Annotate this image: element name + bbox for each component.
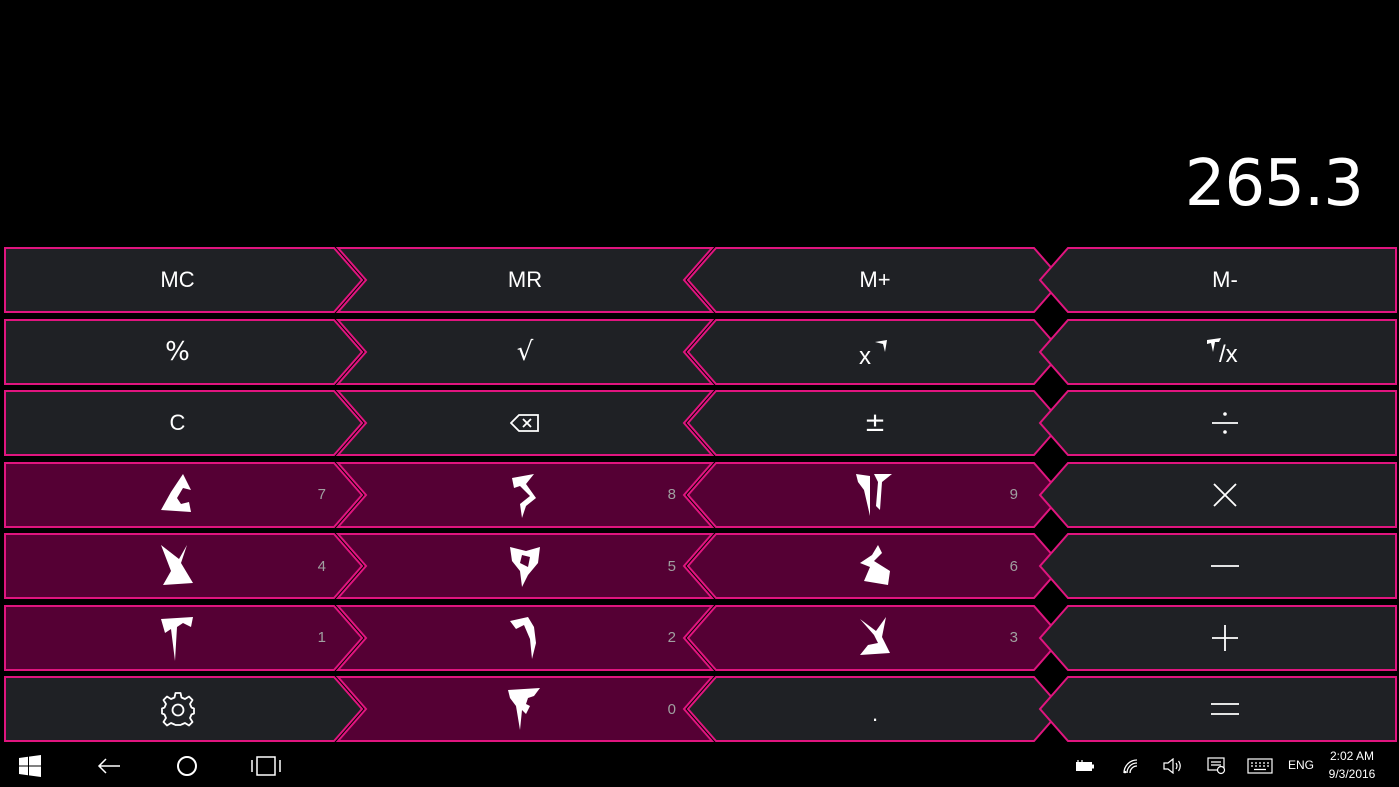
key-shape [4, 676, 364, 742]
key-shape [686, 318, 1064, 385]
speaker-icon [1163, 757, 1181, 774]
key-shape [335, 533, 715, 599]
multiply-button[interactable] [1038, 461, 1397, 528]
battery-plug-icon [1076, 759, 1094, 771]
add-button[interactable] [1038, 604, 1397, 671]
key-shape [4, 247, 364, 313]
key-shape [4, 318, 364, 385]
digit-3-button[interactable]: 3 [686, 604, 1064, 671]
clock-date: 9/3/2016 [1328, 767, 1376, 781]
memory-add-button[interactable]: M+ [686, 247, 1064, 313]
settings-button[interactable] [4, 676, 364, 742]
reciprocal-button[interactable]: /x [1038, 318, 1397, 385]
task-view-icon [251, 755, 281, 776]
percent-button[interactable]: % [4, 318, 364, 385]
backspace-button[interactable] [335, 390, 715, 456]
action-center-icon [1207, 756, 1226, 774]
key-shape [686, 390, 1064, 456]
key-shape [1038, 247, 1397, 313]
memory-clear-button[interactable]: MC [4, 247, 364, 313]
key-shape [4, 604, 364, 671]
tray-network-button[interactable] [1116, 744, 1146, 787]
digit-4-button[interactable]: 4 [4, 533, 364, 599]
key-shape [686, 676, 1064, 742]
digit-8-button[interactable]: 8 [335, 461, 715, 528]
subtract-button[interactable] [1038, 533, 1397, 599]
plus-minus-button[interactable]: ± [686, 390, 1064, 456]
digit-0-button[interactable]: 0 [335, 676, 715, 742]
tray-volume-button[interactable] [1158, 744, 1188, 787]
keyboard-icon [1247, 757, 1273, 774]
key-shape [1038, 390, 1397, 456]
tray-clock[interactable]: 2:02 AM 9/3/2016 [1317, 747, 1387, 783]
key-shape [1038, 676, 1397, 742]
start-button[interactable] [10, 744, 50, 787]
equals-button[interactable] [1038, 676, 1397, 742]
tray-language-indicator[interactable]: ENG [1288, 744, 1314, 787]
key-shape [1038, 604, 1397, 671]
key-shape [335, 461, 715, 528]
digit-6-button[interactable]: 6 [686, 533, 1064, 599]
key-shape [335, 604, 715, 671]
back-arrow-icon [97, 757, 120, 774]
key-shape [335, 676, 715, 742]
windows-logo-icon [19, 754, 41, 777]
key-shape [686, 461, 1064, 528]
keypad: MC MR M+ M- % √ x /x C ± 7 8 9 4 5 6 1 2… [0, 242, 1399, 742]
clear-button[interactable]: C [4, 390, 364, 456]
key-shape [4, 461, 364, 528]
task-view-button[interactable] [244, 744, 288, 787]
key-shape [4, 390, 364, 456]
cortana-circle-icon [177, 755, 197, 776]
tray-action-center-button[interactable] [1202, 744, 1232, 787]
clock-time: 2:02 AM [1329, 749, 1375, 763]
memory-recall-button[interactable]: MR [335, 247, 715, 313]
memory-subtract-button[interactable]: M- [1038, 247, 1397, 313]
taskbar: ENG 2:02 AM 9/3/2016 [0, 744, 1399, 787]
square-button[interactable]: x [686, 318, 1064, 385]
display-area: 265.3 [0, 0, 1399, 242]
key-shape [4, 533, 364, 599]
search-cortana-button[interactable] [166, 744, 208, 787]
tray-touch-keyboard-button[interactable] [1244, 744, 1276, 787]
display-value: 265.3 [1184, 147, 1364, 221]
digit-1-button[interactable]: 1 [4, 604, 364, 671]
key-shape [686, 604, 1064, 671]
key-shape [1038, 461, 1397, 528]
key-shape [1038, 318, 1397, 385]
key-shape [335, 247, 715, 313]
tray-battery-button[interactable] [1070, 744, 1100, 787]
key-shape [686, 247, 1064, 313]
key-shape [335, 318, 715, 385]
digit-2-button[interactable]: 2 [335, 604, 715, 671]
back-button[interactable] [88, 744, 130, 787]
digit-9-button[interactable]: 9 [686, 461, 1064, 528]
divide-button[interactable] [1038, 390, 1397, 456]
decimal-button[interactable]: . [686, 676, 1064, 742]
digit-5-button[interactable]: 5 [335, 533, 715, 599]
wifi-icon [1123, 758, 1138, 773]
square-root-button[interactable]: √ [335, 318, 715, 385]
key-shape [1038, 533, 1397, 599]
digit-7-button[interactable]: 7 [4, 461, 364, 528]
key-shape [686, 533, 1064, 599]
key-shape [335, 390, 715, 456]
